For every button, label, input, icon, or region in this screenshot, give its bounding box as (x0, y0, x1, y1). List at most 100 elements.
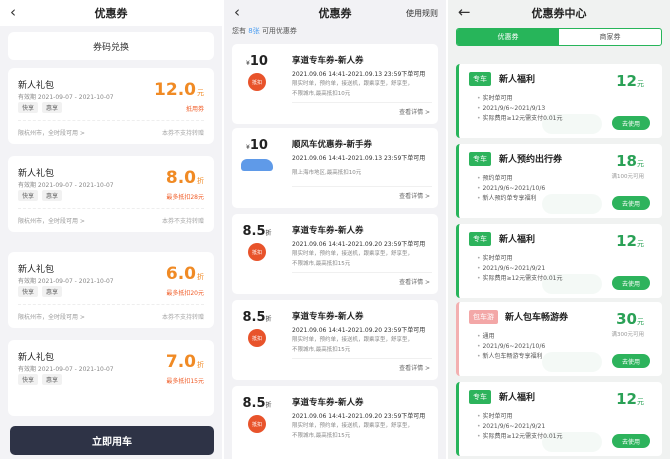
use-car-button[interactable]: 立即用车 (10, 426, 214, 455)
divider (292, 186, 432, 187)
tag-list: 快享 惠享 (18, 190, 63, 201)
coupon-title: 顺风车优惠券-新手券 (292, 140, 373, 150)
validity-text: 有效期 2021-09-07 - 2021-10-07 (18, 366, 114, 373)
transfer-note: 本券不支持转赠 (161, 218, 204, 225)
back-arrow-icon[interactable]: ‹ (10, 3, 16, 21)
coupon-amount: 8.5折 (242, 224, 271, 239)
coupon-card[interactable]: ¥10 抵扣 享道专车券-新人券 2021.09.06 14:41-2021.09.1… (232, 44, 438, 124)
coupon-amount: 12元 (616, 72, 644, 90)
coupon-card[interactable]: 新人礼包 有效期 2021-09-07 - 2021-10-07 快享 惠享 12.0元… (8, 68, 214, 144)
divider (18, 304, 204, 305)
coupon-title: 新人福利 (499, 75, 536, 85)
back-arrow-icon[interactable]: ← (458, 3, 471, 21)
coupon-amount: 7.0折 (166, 352, 204, 372)
city-scope-link[interactable]: 限杭州市，全时段可用 > (18, 312, 85, 321)
rule-item: 2021/9/6~2021/10/6 (477, 185, 545, 192)
coupon-amount: 6.0折 (166, 264, 204, 284)
coupon-amount: 8.0折 (166, 168, 204, 188)
coupon-amount: ¥10 (246, 138, 268, 153)
service-tag: 快享 (18, 190, 39, 201)
service-tag: 快享 (18, 286, 39, 297)
count-number: 8张 (248, 27, 260, 35)
coupon-card[interactable]: 新人礼包 有效期 2021-09-07 - 2021-10-07 快享 惠享 7.0折最… (8, 340, 214, 416)
limit-text: 不限城市,最高抵扣15元 (292, 347, 351, 353)
count-suffix: 可用优惠券 (261, 27, 297, 35)
service-label: 专车 (469, 390, 491, 404)
limit-text: 不限城市,最高抵扣10元 (292, 91, 351, 97)
coupon-left: ¥10 抵扣 (232, 44, 282, 124)
coupon-title: 享道专车券-新人券 (292, 398, 364, 408)
rule-item: 新人预约单专享福利 (477, 195, 536, 202)
coupon-card[interactable]: 8.5折 抵扣 享道专车券-新人券 2021.09.06 14:41-2021.09.… (232, 214, 438, 294)
validity-text: 2021.09.06 14:41-2021.09.20 23:59下单可用 (292, 327, 426, 334)
back-arrow-icon[interactable]: ‹ (234, 3, 240, 21)
tab-coupons[interactable]: 优惠券 (457, 29, 559, 45)
coupon-card[interactable]: 新人礼包 有效期 2021-09-07 - 2021-10-07 快享 惠享 8.0折最… (8, 156, 214, 232)
coupon-card[interactable]: 专车新人预约出行券 18元满100元可用 预约单可用 2021/9/6~2021/10… (456, 144, 662, 218)
coupon-card[interactable]: 专车新人福利 12元实时单可用 2021/9/6~2021/9/21 实际费用≥12元… (456, 382, 662, 456)
discount-note: 抵用券 (185, 106, 204, 113)
coupon-title: 新人礼包 (18, 81, 55, 91)
coupon-rules: 实时单可用 2021/9/6~2021/9/21 实际费用≥12元需支付0.01元 (477, 254, 562, 284)
rule-item: 实时单可用 (477, 255, 512, 262)
city-scope-link[interactable]: 限杭州市，全时段可用 > (18, 216, 85, 225)
discount-note: 最多抵扣15元 (166, 378, 204, 385)
use-coupon-button[interactable]: 去使用 (612, 116, 650, 130)
coupon-card[interactable]: 专车新人福利 12元实时单可用 2021/9/6~2021/9/21 实际费用≥12元… (456, 224, 662, 298)
limit-text: 限上海市地区,最高抵扣10元 (292, 170, 362, 176)
amount-unit: 元 (637, 240, 644, 248)
city-scope-link[interactable]: 限杭州市，全时段可用 > (18, 128, 85, 137)
discount-note: 最多抵扣20元 (166, 290, 204, 297)
coupon-left: 8.5折 抵扣 (232, 386, 282, 459)
coupon-title: 新人礼包 (18, 353, 55, 363)
redeem-code-button[interactable]: 券码兑换 (8, 32, 214, 60)
coupon-amount: 12元 (616, 390, 644, 408)
use-coupon-button[interactable]: 去使用 (612, 434, 650, 448)
validity-text: 有效期 2021-09-07 - 2021-10-07 (18, 182, 114, 189)
amount-unit: 元 (197, 89, 204, 97)
coupon-card[interactable]: 新人礼包 有效期 2021-09-07 - 2021-10-07 快享 惠享 6.0折最… (8, 252, 214, 328)
coupon-card[interactable]: 包车游新人包车畅游券 30元满300元可用 通用 2021/9/6~2021/10/6… (456, 302, 662, 376)
amount-unit: 元 (637, 398, 644, 406)
service-tag: 快享 (18, 102, 39, 113)
rule-item: 新人包车畅游专享福利 (477, 353, 542, 360)
amount-value: 7.0 (165, 352, 196, 372)
use-coupon-button[interactable]: 去使用 (612, 196, 650, 210)
use-coupon-button[interactable]: 去使用 (612, 276, 650, 290)
tab-merchant-coupons[interactable]: 商家券 (559, 29, 661, 45)
coupon-count: 您有 8张 可用优惠券 (224, 26, 446, 36)
view-details-link[interactable]: 查看详情 > (399, 107, 430, 116)
usage-rules-link[interactable]: 使用规则 (406, 8, 438, 19)
amount-value: 30 (616, 310, 637, 328)
coupon-title: 新人福利 (499, 235, 536, 245)
coupon-card[interactable]: 8.5折 抵扣 享道专车券-新人券 2021.09.06 14:41-2021.09.… (232, 300, 438, 380)
coupon-title: 新人福利 (499, 393, 536, 403)
rule-item: 2021/9/6~2021/10/6 (477, 343, 545, 350)
header: ‹ 优惠券 使用规则 (224, 0, 446, 26)
scope-text: 限实时单，预约单，接送机，跟乘享型，舒享型， (292, 423, 414, 429)
coupon-panel-2: ‹ 优惠券 使用规则 您有 8张 可用优惠券 ¥10 抵扣享道专车券-新人券 202… (224, 0, 446, 459)
view-details-link[interactable]: 查看详情 > (399, 277, 430, 286)
discount-note: 最多抵扣28元 (166, 194, 204, 201)
divider (292, 358, 432, 359)
discount-badge: 抵扣 (248, 329, 266, 347)
amount-value: 12 (616, 390, 637, 408)
coupon-title: 新人包车畅游券 (505, 313, 569, 323)
coupon-panel-1: ‹ 优惠券 券码兑换 新人礼包 有效期 2021-09-07 - 2021-10-… (0, 0, 222, 459)
coupon-card[interactable]: ¥10 顺风车优惠券-新手券 2021.09.06 14:41-2021.09.13… (232, 128, 438, 208)
view-details-link[interactable]: 查看详情 > (399, 191, 430, 200)
coupon-card[interactable]: 8.5折 抵扣 享道专车券-新人券 2021.09.06 14:41-2021.09.… (232, 386, 438, 459)
view-details-link[interactable]: 查看详情 > (399, 363, 430, 372)
rule-item: 实际费用≥12元需支付0.01元 (477, 433, 562, 440)
coupon-rules: 通用 2021/9/6~2021/10/6 新人包车畅游专享福利 (477, 332, 545, 362)
minimum-spend: 满100元可用 (611, 174, 645, 180)
use-coupon-button[interactable]: 去使用 (612, 354, 650, 368)
coupon-amount: 18元 (616, 152, 644, 170)
coupon-amount: ¥10 (246, 54, 268, 69)
coupon-card[interactable]: 专车新人福利 12元实时单可用 2021/9/6~2021/9/13 实际费用≥12元… (456, 64, 662, 138)
coupon-left: ¥10 (232, 128, 282, 208)
divider (292, 102, 432, 103)
coupon-title: 新人预约出行券 (499, 155, 563, 165)
discount-badge: 抵扣 (248, 73, 266, 91)
amount-unit: 元 (637, 80, 644, 88)
